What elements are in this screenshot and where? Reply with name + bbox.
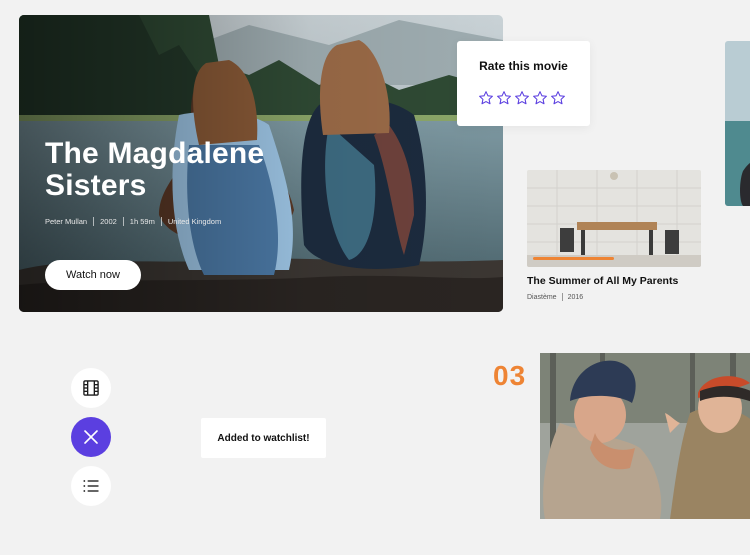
hero-year: 2002 — [100, 217, 117, 226]
movie-photo[interactable] — [540, 353, 750, 519]
movie-photo-image — [540, 353, 750, 519]
watch-now-button[interactable]: Watch now — [45, 260, 141, 290]
movie-meta: Diastème 2016 — [527, 293, 701, 301]
hero-duration: 1h 59m — [129, 217, 155, 226]
close-button[interactable] — [71, 417, 111, 457]
progress-bar — [533, 257, 614, 260]
divider — [93, 217, 95, 226]
hero-card[interactable]: The Magdalene Sisters Peter Mullan 2002 … — [19, 15, 503, 312]
movie-director: Diastème — [527, 293, 557, 301]
star-icon[interactable] — [478, 90, 494, 106]
divider — [561, 293, 563, 301]
toast-notification: Added to watchlist! — [201, 418, 326, 458]
rate-title: Rate this movie — [479, 59, 568, 73]
film-icon — [83, 380, 99, 396]
movie-title: The Summer of All My Parents — [527, 275, 679, 287]
divider — [160, 217, 162, 226]
star-icon[interactable] — [550, 90, 566, 106]
hero-meta: Peter Mullan 2002 1h 59m United Kingdom — [45, 217, 221, 226]
rank-number: 03 — [493, 360, 527, 391]
movie-card[interactable]: The Summer of All My Parents Diastème 20… — [527, 170, 701, 301]
hero-country: United Kingdom — [167, 217, 222, 226]
movie-thumbnail — [527, 170, 701, 267]
star-icon[interactable] — [496, 90, 512, 106]
star-rating[interactable] — [478, 90, 566, 106]
movie-year: 2016 — [567, 293, 584, 301]
star-icon[interactable] — [532, 90, 548, 106]
hero-title: The Magdalene Sisters — [45, 137, 265, 202]
close-icon — [84, 430, 98, 444]
peek-card[interactable] — [725, 41, 750, 206]
rate-movie-card: Rate this movie — [457, 41, 590, 126]
list-button[interactable] — [71, 466, 111, 506]
divider — [122, 217, 124, 226]
film-button[interactable] — [71, 368, 111, 408]
peek-image — [725, 41, 750, 206]
hero-director: Peter Mullan — [45, 217, 88, 226]
star-icon[interactable] — [514, 90, 530, 106]
list-icon — [83, 480, 99, 492]
